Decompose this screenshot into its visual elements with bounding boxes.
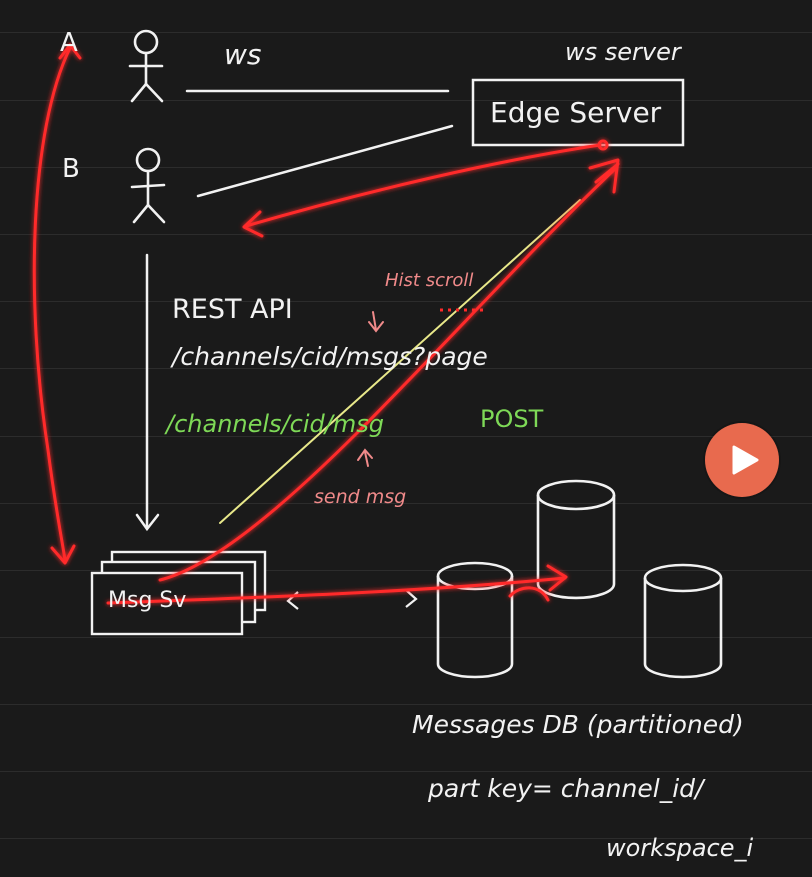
part-key-line2: workspace_i bbox=[606, 834, 754, 862]
part-key-line1: part key= channel_id/ bbox=[428, 774, 704, 803]
edge-server-label: Edge Server bbox=[490, 96, 662, 129]
user-b-figure bbox=[130, 147, 166, 224]
red-curve-a-to-service bbox=[32, 46, 72, 562]
post-path-label: /channels/cid/msg bbox=[166, 410, 384, 438]
diagram-canvas bbox=[32, 29, 723, 679]
play-icon bbox=[732, 445, 759, 475]
get-path-label: /channels/cid/msgs?page bbox=[172, 342, 488, 371]
ws-server-label: ws server bbox=[565, 38, 681, 66]
ws-connection-b bbox=[196, 124, 454, 198]
send-msg-label: send msg bbox=[314, 486, 407, 508]
red-edge-to-b bbox=[244, 143, 602, 228]
whiteboard: A B ws ws server Edge Server REST API Hi… bbox=[0, 0, 812, 877]
user-a-label: A bbox=[60, 28, 78, 58]
db-title: Messages DB (partitioned) bbox=[412, 710, 744, 739]
user-a-figure bbox=[128, 29, 164, 103]
rest-arrow bbox=[135, 253, 160, 532]
service-label: Msg Sv bbox=[108, 588, 187, 613]
hist-scroll-label: Hist scroll bbox=[385, 270, 474, 291]
play-button[interactable] bbox=[705, 423, 779, 497]
ws-label: ws bbox=[224, 38, 262, 71]
chevron-right-mark bbox=[405, 589, 418, 608]
rest-api-label: REST API bbox=[172, 294, 293, 325]
db-cylinder-1 bbox=[436, 561, 514, 679]
user-b-label: B bbox=[62, 154, 80, 184]
post-method-label: POST bbox=[480, 405, 544, 433]
db-cylinder-3 bbox=[643, 563, 723, 679]
